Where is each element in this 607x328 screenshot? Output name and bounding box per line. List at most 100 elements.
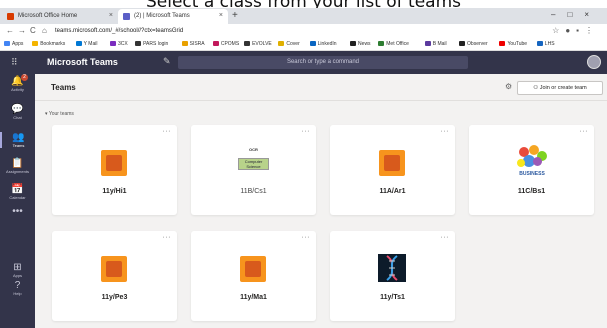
more-options-icon[interactable]: ··· [441, 234, 450, 241]
logo-text: BUSINESS [519, 171, 545, 177]
bookmark-label: Y Mail [83, 41, 98, 47]
close-icon[interactable]: × [219, 12, 223, 19]
team-card[interactable]: ··· 11y/Ma1 [191, 231, 316, 321]
bookmark-item[interactable]: EVOLVE [244, 41, 272, 47]
dna-icon [378, 254, 406, 282]
bookmark-favicon-icon [278, 41, 285, 46]
bookmark-item[interactable]: YouTube [499, 41, 527, 47]
team-card[interactable]: ··· OCR Computer Science 11B/Cs1 [191, 125, 316, 215]
bookmark-item[interactable]: PARS login [135, 41, 168, 47]
bookmark-favicon-icon [378, 41, 385, 46]
bookmark-label: Met Office [386, 41, 409, 47]
ocr-computer-science-logo: OCR Computer Science [235, 147, 272, 179]
more-options-icon[interactable]: ··· [580, 128, 589, 135]
bookmarks-bar: Apps Bookmarks Y Mail 3CX PARS login SISRA CPO… [0, 39, 607, 51]
new-tab-button[interactable]: + [232, 10, 238, 21]
bookmark-favicon-icon [499, 41, 506, 46]
rail-item-label: Apps [12, 273, 23, 278]
search-input[interactable]: Search or type a command [178, 56, 468, 69]
extensions-icon[interactable]: ☆●▪⋮ [552, 26, 599, 35]
bookmark-label: Apps [12, 41, 24, 47]
bookmark-favicon-icon [244, 41, 251, 46]
more-options-icon[interactable]: ··· [302, 128, 311, 135]
logo-dot [533, 157, 542, 166]
team-name: 11y/Ts1 [380, 294, 405, 301]
rail-item-more[interactable]: ••• [0, 206, 35, 217]
rail-item-assignments[interactable]: 📋 Assignments [0, 158, 35, 174]
bookmark-favicon-icon [4, 41, 10, 46]
bookmark-item[interactable]: Observer [459, 41, 488, 47]
section-your-teams[interactable]: ▾ Your teams [45, 111, 74, 117]
rail-item-teams[interactable]: 👥 Teams [0, 132, 35, 148]
bookmark-item[interactable]: Bookmarks [32, 41, 65, 47]
teams-icon: 👥 [12, 132, 25, 143]
bookmark-item[interactable]: B Mail [424, 41, 447, 47]
browser-tab-teams[interactable]: (2) | Microsoft Teams × [118, 9, 228, 24]
team-logo-icon [240, 256, 266, 282]
compose-icon[interactable]: ✎ [163, 56, 171, 67]
more-options-icon[interactable]: ··· [302, 234, 311, 241]
app-title: Microsoft Teams [47, 57, 118, 67]
bookmark-item[interactable]: LHS [536, 41, 555, 47]
close-icon[interactable]: × [109, 12, 113, 19]
team-card[interactable]: ··· 11y/Hi1 [52, 125, 177, 215]
page-title: Teams [51, 83, 76, 92]
team-name: 11y/Ma1 [240, 294, 267, 301]
rail-item-calendar[interactable]: 📅 Calendar [0, 184, 35, 200]
bookmark-item[interactable]: Y Mail [75, 41, 98, 47]
browser-tab-title: Microsoft Office Home [18, 13, 78, 19]
gear-icon[interactable]: ⚙ [505, 82, 512, 91]
team-card[interactable]: ··· 11A/Ar1 [330, 125, 455, 215]
bookmark-label: Observer [467, 41, 488, 47]
bookmark-item[interactable]: Met Office [378, 41, 409, 47]
office-favicon-icon [7, 13, 14, 20]
calendar-icon: 📅 [11, 184, 24, 195]
rail-item-activity[interactable]: 🔔 Activity 2 [0, 74, 35, 92]
home-icon[interactable]: ⌂ [42, 26, 47, 35]
bookmark-item[interactable]: Cover [278, 41, 300, 47]
rail-item-help[interactable]: ? Help [0, 280, 35, 296]
more-options-icon[interactable]: ··· [163, 128, 172, 135]
window-controls[interactable]: –□× [551, 10, 601, 19]
team-logo-icon [101, 256, 127, 282]
browser-tab-office[interactable]: Microsoft Office Home × [2, 9, 118, 24]
join-button-label: Join or create team [539, 85, 587, 91]
app-launcher-icon[interactable]: ⠿ [11, 57, 18, 68]
bookmark-favicon-icon [309, 41, 316, 46]
bookmark-favicon-icon [536, 41, 543, 46]
help-icon: ? [14, 280, 21, 291]
more-options-icon[interactable]: ··· [163, 234, 172, 241]
join-create-team-button[interactable]: ⚇ Join or create team [517, 81, 603, 95]
rail-item-label: Teams [12, 143, 25, 148]
url-field[interactable]: teams.microsoft.com/_#/school//?ctx=team… [55, 28, 183, 34]
bookmark-label: LHS [544, 41, 555, 47]
bookmark-item[interactable]: SISRA [181, 41, 205, 47]
teams-header: ⠿ Microsoft Teams ✎ Search or type a com… [0, 51, 607, 74]
team-card[interactable]: ··· 11y/Pe3 [52, 231, 177, 321]
bookmark-item[interactable]: CPOMS [212, 41, 239, 47]
bookmark-favicon-icon [181, 41, 188, 46]
reload-icon[interactable]: C [30, 26, 36, 35]
team-card[interactable]: ··· 11y/Ts1 [330, 231, 455, 321]
more-icon: ••• [12, 206, 23, 217]
bookmark-label: PARS login [143, 41, 169, 47]
notification-badge: 2 [21, 74, 28, 81]
team-name: 11C/Bs1 [517, 188, 546, 195]
bookmark-favicon-icon [459, 41, 466, 46]
back-icon[interactable]: ← [6, 26, 14, 35]
forward-icon[interactable]: → [18, 26, 26, 35]
bookmark-item[interactable]: News [350, 41, 371, 47]
rail-item-apps[interactable]: ⊞ Apps [0, 262, 35, 278]
page-header: Teams ⚙ ⚇ Join or create team [35, 74, 607, 101]
team-card[interactable]: ··· BUSINESS 11C/Bs1 [469, 125, 594, 215]
more-options-icon[interactable]: ··· [441, 128, 450, 135]
bookmark-item[interactable]: 3CX [109, 41, 128, 47]
bookmark-favicon-icon [350, 41, 357, 46]
team-logo-icon [379, 150, 405, 176]
bookmark-item[interactable]: Apps [4, 41, 23, 47]
rail-item-chat[interactable]: 💬 Chat [0, 104, 35, 120]
bookmark-item[interactable]: LinkedIn [309, 41, 337, 47]
rail-item-label: Help [13, 291, 22, 296]
bookmark-label: Cover [286, 41, 300, 47]
avatar[interactable] [587, 55, 601, 69]
